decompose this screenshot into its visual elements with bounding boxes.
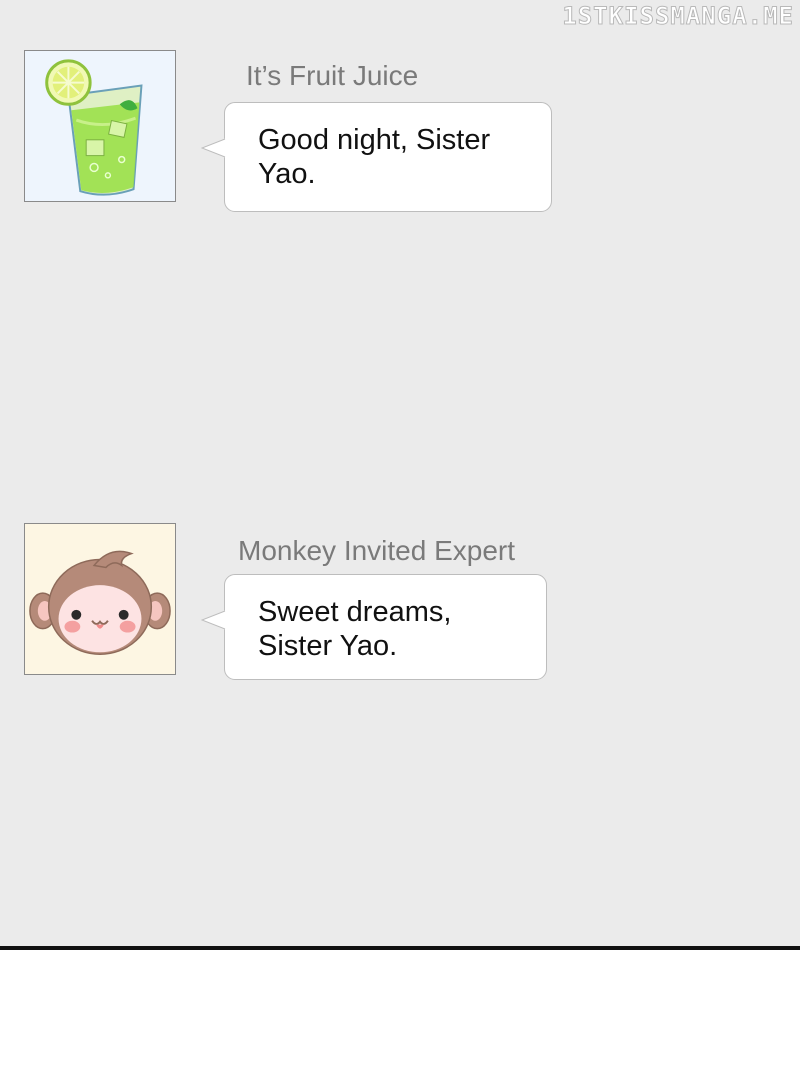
sender-name: Monkey Invited Expert xyxy=(238,535,516,566)
avatar-fruit-juice[interactable] xyxy=(24,50,176,202)
chat-panel: 1STKISSMANGA.ME It’s Fruit Juice Good ni… xyxy=(0,0,800,946)
blank-area xyxy=(0,950,800,1067)
bubble-tail xyxy=(201,610,226,630)
message-text-line: Good night, Sister xyxy=(258,124,491,156)
message-text-line: Yao. xyxy=(258,158,316,190)
sender-name: It’s Fruit Juice xyxy=(246,60,419,91)
message-bubble[interactable]: Sweet dreams, Sister Yao. xyxy=(201,574,547,680)
monkey-face-icon xyxy=(25,524,175,674)
message-text-line: Sweet dreams, xyxy=(258,596,452,628)
fruit-juice-glass-icon xyxy=(25,51,175,201)
avatar-monkey[interactable] xyxy=(24,523,176,675)
message-text-line: Sister Yao. xyxy=(258,630,398,662)
message-bubble[interactable]: Good night, Sister Yao. xyxy=(201,102,552,212)
bubble-tail xyxy=(201,138,226,158)
watermark: 1STKISSMANGA.ME xyxy=(562,2,794,31)
